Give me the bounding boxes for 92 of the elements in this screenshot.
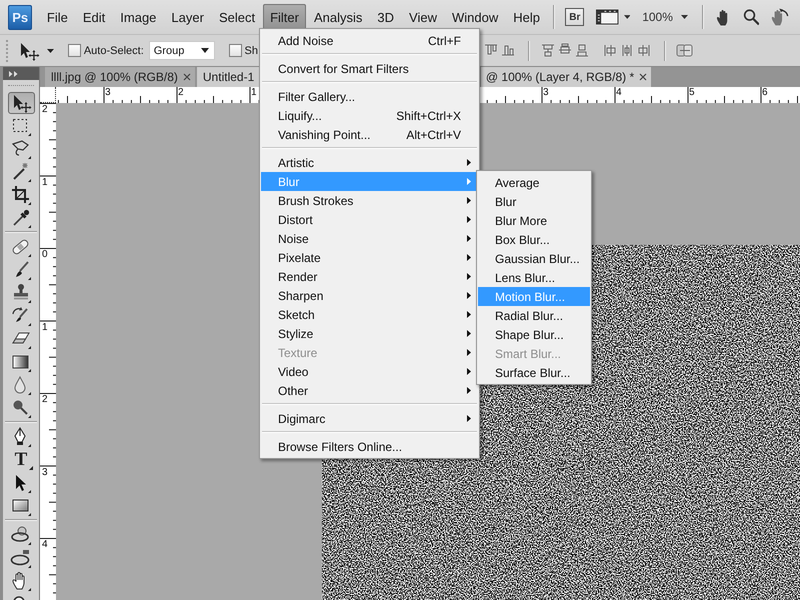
ruler-number: 2 [42,395,48,405]
menu-item[interactable]: Artistic [261,153,478,172]
menu-item[interactable]: Box Blur... [478,230,590,249]
menu-bar-item[interactable]: Analysis [306,4,370,30]
document-tab[interactable]: llll.jpg @ 100% (RGB/8) [45,67,195,87]
menu-item[interactable]: Convert for Smart Filters [261,59,478,78]
menu-item[interactable]: Render [261,267,478,286]
menu-item[interactable]: Digimarc [261,409,478,428]
close-icon[interactable] [182,73,191,81]
ruler-number: 2 [178,88,184,98]
menu-bar-item[interactable]: Layer [164,4,212,30]
caret-icon [680,15,688,19]
menu-item[interactable]: Shape Blur... [478,325,590,344]
align-icon[interactable] [540,43,555,58]
caret-icon [200,48,209,53]
distribute-icon[interactable] [637,43,652,58]
screen-mode-icon[interactable] [596,8,619,26]
menu-bar-item[interactable]: Select [211,4,263,30]
ruler-number: 5 [689,88,695,98]
distribute-icon[interactable] [603,43,618,58]
ruler-number: 3 [105,88,111,98]
ruler-origin[interactable] [40,87,56,103]
menu-bar-item[interactable]: Help [506,4,548,30]
ruler-number: 0 [42,250,48,260]
keyboard-shortcut: Alt+Ctrl+V [406,128,461,142]
double-arrow-icon[interactable] [9,70,18,76]
menu-item[interactable]: Pixelate [261,248,478,267]
sphere-rotate-icon [10,524,32,546]
menu-item[interactable]: Filter Gallery... [261,87,478,106]
ruler-number: 1 [251,88,257,98]
app-logo: Ps [8,4,32,30]
close-icon[interactable] [639,73,648,81]
type-tool-button[interactable]: T [8,449,34,471]
bridge-button[interactable]: Br [565,8,584,26]
document-tab[interactable]: @ 100% (Layer 4, RGB/8) * [480,67,652,87]
menu-bar-item[interactable]: Edit [75,4,113,30]
ruler-number: 3 [42,468,48,478]
menu-item[interactable]: Add Noise Ctrl+F [261,31,478,50]
menu-bar-item[interactable]: Filter [262,4,306,30]
menu-bar-item[interactable]: Image [112,4,164,30]
menu-item[interactable]: Brush Strokes [261,191,478,210]
rotate-view-icon[interactable] [769,7,790,27]
menu-bar-item[interactable]: 3D [370,4,402,30]
menu-item[interactable]: Blur More [478,211,590,230]
keyboard-shortcut: Ctrl+F [428,34,461,48]
menu-item[interactable]: Radial Blur... [478,306,590,325]
ruler-number: 6 [762,88,768,98]
history-brush-icon [10,305,32,327]
menu-item[interactable]: Distort [261,210,478,229]
keyboard-shortcut: Shift+Ctrl+X [396,108,461,122]
search-icon[interactable] [742,8,760,26]
menu-item[interactable]: Noise [261,229,478,248]
auto-select-checkbox[interactable] [68,44,81,57]
lasso-tool-icon [10,138,32,160]
caret-icon[interactable] [624,15,630,19]
menu-item[interactable]: Average [478,173,590,192]
menu-bar-item[interactable]: File [39,4,76,30]
corner-triangle-icon [28,466,32,470]
checkbox-label: Sh [244,44,258,56]
move-tool-button[interactable] [8,92,34,114]
ruler-number: 1 [42,178,48,188]
menu-item[interactable]: Stylize [261,324,478,343]
auto-align-icon[interactable] [676,43,694,58]
menu-item[interactable]: Blur [478,192,590,211]
checkbox[interactable] [228,44,242,57]
menu-item[interactable]: Lens Blur... [478,268,590,287]
orbit-icon [10,547,32,569]
menu-bar-item[interactable]: Window [444,4,506,30]
crop-tool-icon [10,184,32,206]
ruler-number: 3 [543,88,549,98]
align-icon[interactable] [574,43,589,58]
menu-item[interactable]: Gaussian Blur... [478,249,590,268]
auto-select-dropdown[interactable]: Group [148,41,215,60]
menu-item[interactable]: Vanishing Point... Alt+Ctrl+V [261,125,478,144]
menu-bar-item[interactable]: View [402,4,444,30]
menu-item[interactable]: Sharpen [261,286,478,305]
menu-item[interactable]: Liquify... Shift+Ctrl+X [261,106,478,125]
menu-item[interactable]: Other [261,381,478,400]
menu-item[interactable]: Browse Filters Online... [261,437,478,456]
menu-item[interactable]: Video [261,362,478,381]
ruler-number: 2 [42,105,48,115]
align-icon[interactable] [501,43,516,58]
ruler-number: 1 [42,322,48,332]
caret-icon[interactable] [46,48,54,52]
zoom-level-dropdown[interactable]: 100% [642,10,688,24]
ruler-number: 4 [42,540,48,550]
hand-tool-icon [10,570,32,592]
menu-item[interactable]: Sketch [261,305,478,324]
ruler-number: 4 [616,88,622,98]
menu-item[interactable]: Surface Blur... [478,363,590,382]
auto-select-label: Auto-Select: [84,44,144,56]
document-tab[interactable]: Untitled-1 [196,67,259,87]
